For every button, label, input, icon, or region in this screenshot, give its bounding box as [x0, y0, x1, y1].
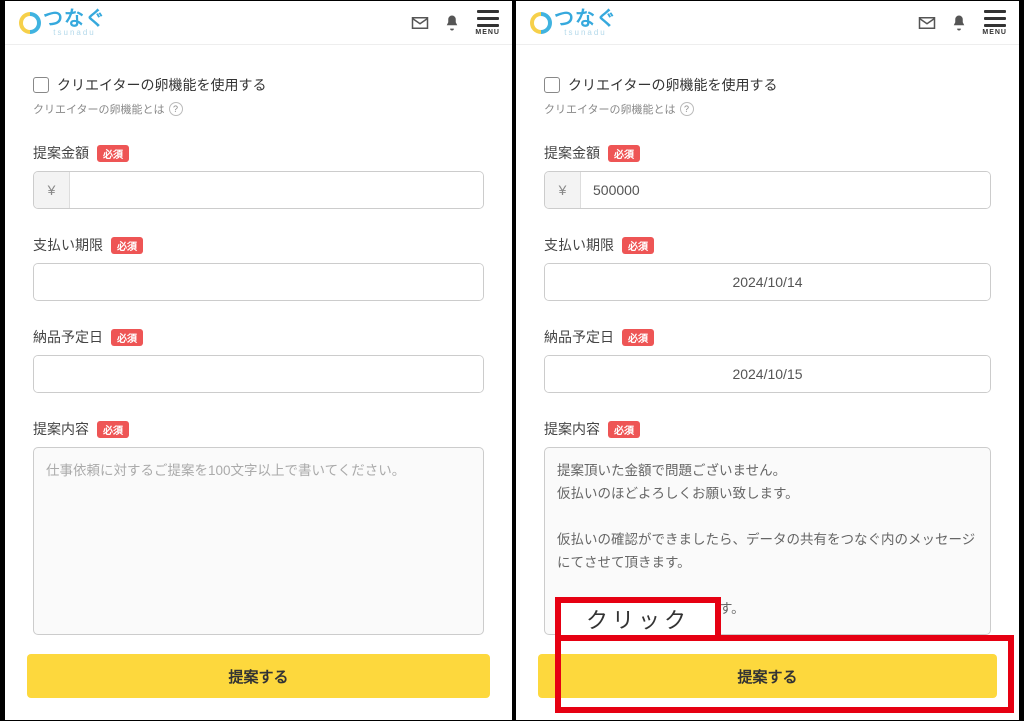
content-textarea[interactable]	[33, 447, 484, 635]
creator-egg-helper: クリエイターの卵機能とは	[544, 101, 676, 117]
required-badge: 必須	[608, 421, 640, 438]
help-icon[interactable]: ?	[680, 102, 694, 116]
amount-label: 提案金額	[544, 143, 600, 163]
required-badge: 必須	[622, 329, 654, 346]
submit-button[interactable]: 提案する	[27, 654, 490, 698]
yen-prefix: ¥	[34, 172, 70, 208]
logo[interactable]: つなぐ tsunadu	[530, 9, 617, 37]
delivery-input[interactable]	[545, 356, 990, 392]
app-header: つなぐ tsunadu MENU	[516, 1, 1019, 45]
mail-icon[interactable]	[411, 14, 429, 32]
app-header: つなぐ tsunadu MENU	[5, 1, 512, 45]
logo[interactable]: つなぐ tsunadu	[19, 9, 106, 37]
menu-label: MENU	[475, 29, 500, 36]
required-badge: 必須	[111, 329, 143, 346]
deadline-input[interactable]	[34, 264, 483, 300]
logo-icon	[19, 12, 41, 34]
bell-icon[interactable]	[950, 14, 968, 32]
creator-egg-checkbox[interactable]	[544, 77, 560, 93]
content-textarea[interactable]	[544, 447, 991, 635]
required-badge: 必須	[622, 237, 654, 254]
amount-input[interactable]	[581, 172, 990, 208]
deadline-label: 支払い期限	[33, 235, 103, 255]
amount-input[interactable]	[70, 172, 483, 208]
logo-subtext: tsunadu	[554, 29, 617, 37]
creator-egg-checkbox[interactable]	[33, 77, 49, 93]
deadline-label: 支払い期限	[544, 235, 614, 255]
creator-egg-label: クリエイターの卵機能を使用する	[57, 75, 266, 95]
logo-text: つなぐ	[554, 9, 617, 29]
yen-prefix: ¥	[545, 172, 581, 208]
amount-label: 提案金額	[33, 143, 89, 163]
content-label: 提案内容	[544, 419, 600, 439]
delivery-input[interactable]	[34, 356, 483, 392]
creator-egg-helper: クリエイターの卵機能とは	[33, 101, 165, 117]
required-badge: 必須	[97, 421, 129, 438]
menu-button[interactable]: MENU	[475, 10, 500, 36]
required-badge: 必須	[97, 145, 129, 162]
required-badge: 必須	[608, 145, 640, 162]
logo-text: つなぐ	[43, 9, 106, 29]
bell-icon[interactable]	[443, 14, 461, 32]
panel-after: つなぐ tsunadu MENU クリエイターの卵機能を使用する クリエイターの…	[515, 0, 1020, 721]
content-label: 提案内容	[33, 419, 89, 439]
creator-egg-label: クリエイターの卵機能を使用する	[568, 75, 777, 95]
logo-icon	[530, 12, 552, 34]
help-icon[interactable]: ?	[169, 102, 183, 116]
menu-label: MENU	[982, 29, 1007, 36]
submit-button[interactable]: 提案する	[538, 654, 997, 698]
deadline-input[interactable]	[545, 264, 990, 300]
delivery-label: 納品予定日	[544, 327, 614, 347]
delivery-label: 納品予定日	[33, 327, 103, 347]
mail-icon[interactable]	[918, 14, 936, 32]
required-badge: 必須	[111, 237, 143, 254]
panel-before: つなぐ tsunadu MENU クリエイターの卵機能を使用する クリエイターの…	[4, 0, 513, 721]
logo-subtext: tsunadu	[43, 29, 106, 37]
menu-button[interactable]: MENU	[982, 10, 1007, 36]
